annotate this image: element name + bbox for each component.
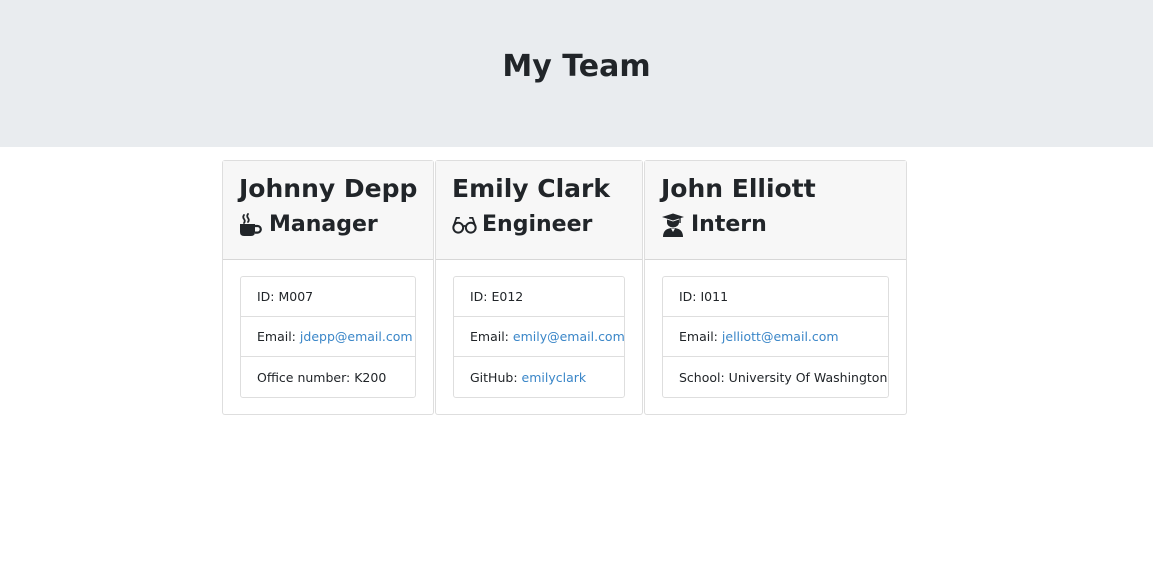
github-label: GitHub:: [470, 369, 518, 385]
email-link[interactable]: emily@email.com: [513, 329, 625, 344]
email-item: Email: emily@email.com: [454, 317, 625, 357]
github-link[interactable]: emilyclark: [522, 370, 587, 385]
team-cards: Johnny Depp Manager ID: M007 Email: jdep…: [222, 160, 908, 416]
employee-role: Manager: [239, 211, 417, 239]
employee-card-engineer: Emily Clark Engineer ID: E012 Email: emi…: [435, 160, 643, 415]
employee-name: Emily Clark: [452, 174, 611, 203]
email-item: Email: jelliott@email.com: [663, 317, 888, 357]
card-body: ID: I011 Email: jelliott@email.com Schoo…: [645, 260, 906, 414]
email-label: Email:: [679, 329, 718, 344]
employee-role: Engineer: [452, 211, 626, 239]
email-label: Email:: [257, 329, 296, 344]
id-item: ID: M007: [241, 277, 415, 317]
employee-name: John Elliott: [661, 174, 816, 203]
employee-name: Johnny Depp: [239, 174, 418, 203]
employee-card-manager: Johnny Depp Manager ID: M007 Email: jdep…: [222, 160, 434, 415]
card-body: ID: E012 Email: emily@email.com GitHub: …: [436, 260, 642, 414]
details-list: ID: E012 Email: emily@email.com GitHub: …: [453, 276, 625, 398]
role-label: Intern: [691, 212, 767, 237]
github-item: GitHub: emilyclark: [454, 357, 624, 397]
school-item: School: University Of Washington: [679, 369, 888, 385]
details-list: ID: I011 Email: jelliott@email.com Schoo…: [662, 276, 889, 398]
id-item: ID: I011: [663, 277, 888, 317]
card-body: ID: M007 Email: jdepp@email.com Office n…: [223, 260, 433, 414]
page-header: My Team: [0, 0, 1153, 147]
card-header: John Elliott Intern: [645, 161, 906, 260]
details-list: ID: M007 Email: jdepp@email.com Office n…: [240, 276, 416, 398]
mug-icon: [239, 213, 264, 237]
card-header: Emily Clark Engineer: [436, 161, 642, 260]
email-item: Email: jdepp@email.com: [241, 317, 415, 357]
office-number-item: Office number: K200: [257, 369, 387, 385]
email-link[interactable]: jelliott@email.com: [722, 329, 839, 344]
card-header: Johnny Depp Manager: [223, 161, 433, 260]
role-label: Engineer: [482, 212, 593, 237]
email-link[interactable]: jdepp@email.com: [300, 329, 413, 344]
id-item: ID: E012: [454, 277, 624, 317]
graduate-icon: [661, 213, 686, 237]
glasses-icon: [452, 213, 477, 237]
role-label: Manager: [269, 212, 378, 237]
employee-role: Intern: [661, 211, 890, 239]
employee-card-intern: John Elliott Intern ID: I011 Email: jell…: [644, 160, 907, 415]
page-title: My Team: [502, 49, 651, 84]
email-label: Email:: [470, 329, 509, 344]
